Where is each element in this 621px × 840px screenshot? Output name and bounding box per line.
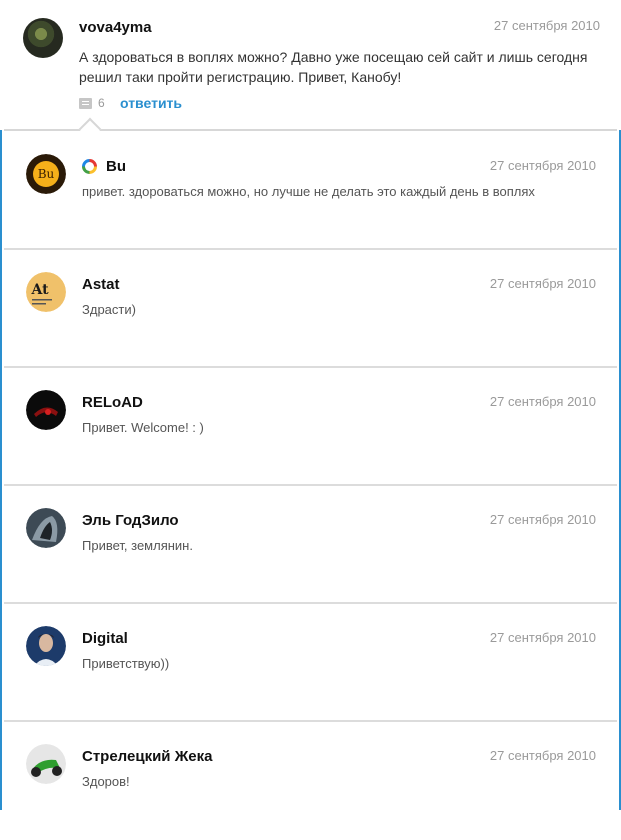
avatar[interactable]	[26, 508, 66, 548]
reply-item: Эль ГодЗило 27 сентября 2010 Привет, зем…	[4, 486, 617, 604]
reply-button[interactable]: ответить	[120, 95, 182, 111]
comment-text: А здороваться в воплях можно? Давно уже …	[79, 49, 588, 85]
avatar[interactable]	[26, 390, 66, 430]
avatar[interactable]	[26, 744, 66, 784]
reply-item: Стрелецкий Жека 27 сентября 2010 Здоров!	[4, 722, 617, 840]
comment-date: 27 сентября 2010	[489, 276, 596, 291]
comment-date: 27 сентября 2010	[489, 512, 596, 527]
reply-count: 6	[98, 96, 105, 110]
reply-item: Digital 27 сентября 2010 Приветствую))	[4, 604, 617, 722]
reply-item: At Astat 27 сентября 2010 Здрасти)	[4, 250, 617, 368]
reply-item: Bu Bu 27 сентября 2010 привет. здоровать…	[4, 132, 617, 250]
comment-date: 27 сентября 2010	[489, 630, 596, 645]
comment-date: 27 сентября 2010	[489, 158, 596, 173]
username[interactable]: Эль ГодЗило	[82, 512, 179, 529]
avatar[interactable]: At	[26, 272, 66, 312]
username[interactable]: vova4yma	[79, 19, 152, 36]
avatar[interactable]: Bu	[26, 154, 66, 194]
username[interactable]: Bu	[106, 158, 126, 175]
comment-date: 27 сентября 2010	[493, 18, 600, 33]
comment-text: привет. здороваться можно, но лучше не д…	[82, 184, 535, 199]
username[interactable]: RELoAD	[82, 394, 143, 411]
avatar[interactable]	[23, 18, 63, 58]
comment-date: 27 сентября 2010	[489, 394, 596, 409]
comment-text: Привет, землянин.	[82, 538, 193, 553]
main-comment: vova4yma 27 сентября 2010 А здороваться …	[0, 0, 621, 141]
comment-icon	[79, 98, 92, 109]
comment-text: Приветствую))	[82, 656, 170, 671]
comment-text: Здоров!	[82, 774, 130, 789]
avatar-label: At	[30, 282, 49, 298]
username[interactable]: Стрелецкий Жека	[82, 748, 212, 765]
avatar-label: Bu	[38, 167, 55, 181]
comment-date: 27 сентября 2010	[489, 748, 596, 763]
ring-icon	[82, 159, 97, 174]
comment-text: Здрасти)	[82, 302, 136, 317]
username[interactable]: Astat	[82, 276, 120, 293]
reply-item: RELoAD 27 сентября 2010 Привет. Welcome!…	[4, 368, 617, 486]
avatar[interactable]	[26, 626, 66, 666]
comment-text: Привет. Welcome! : )	[82, 420, 204, 435]
username[interactable]: Digital	[82, 630, 128, 647]
